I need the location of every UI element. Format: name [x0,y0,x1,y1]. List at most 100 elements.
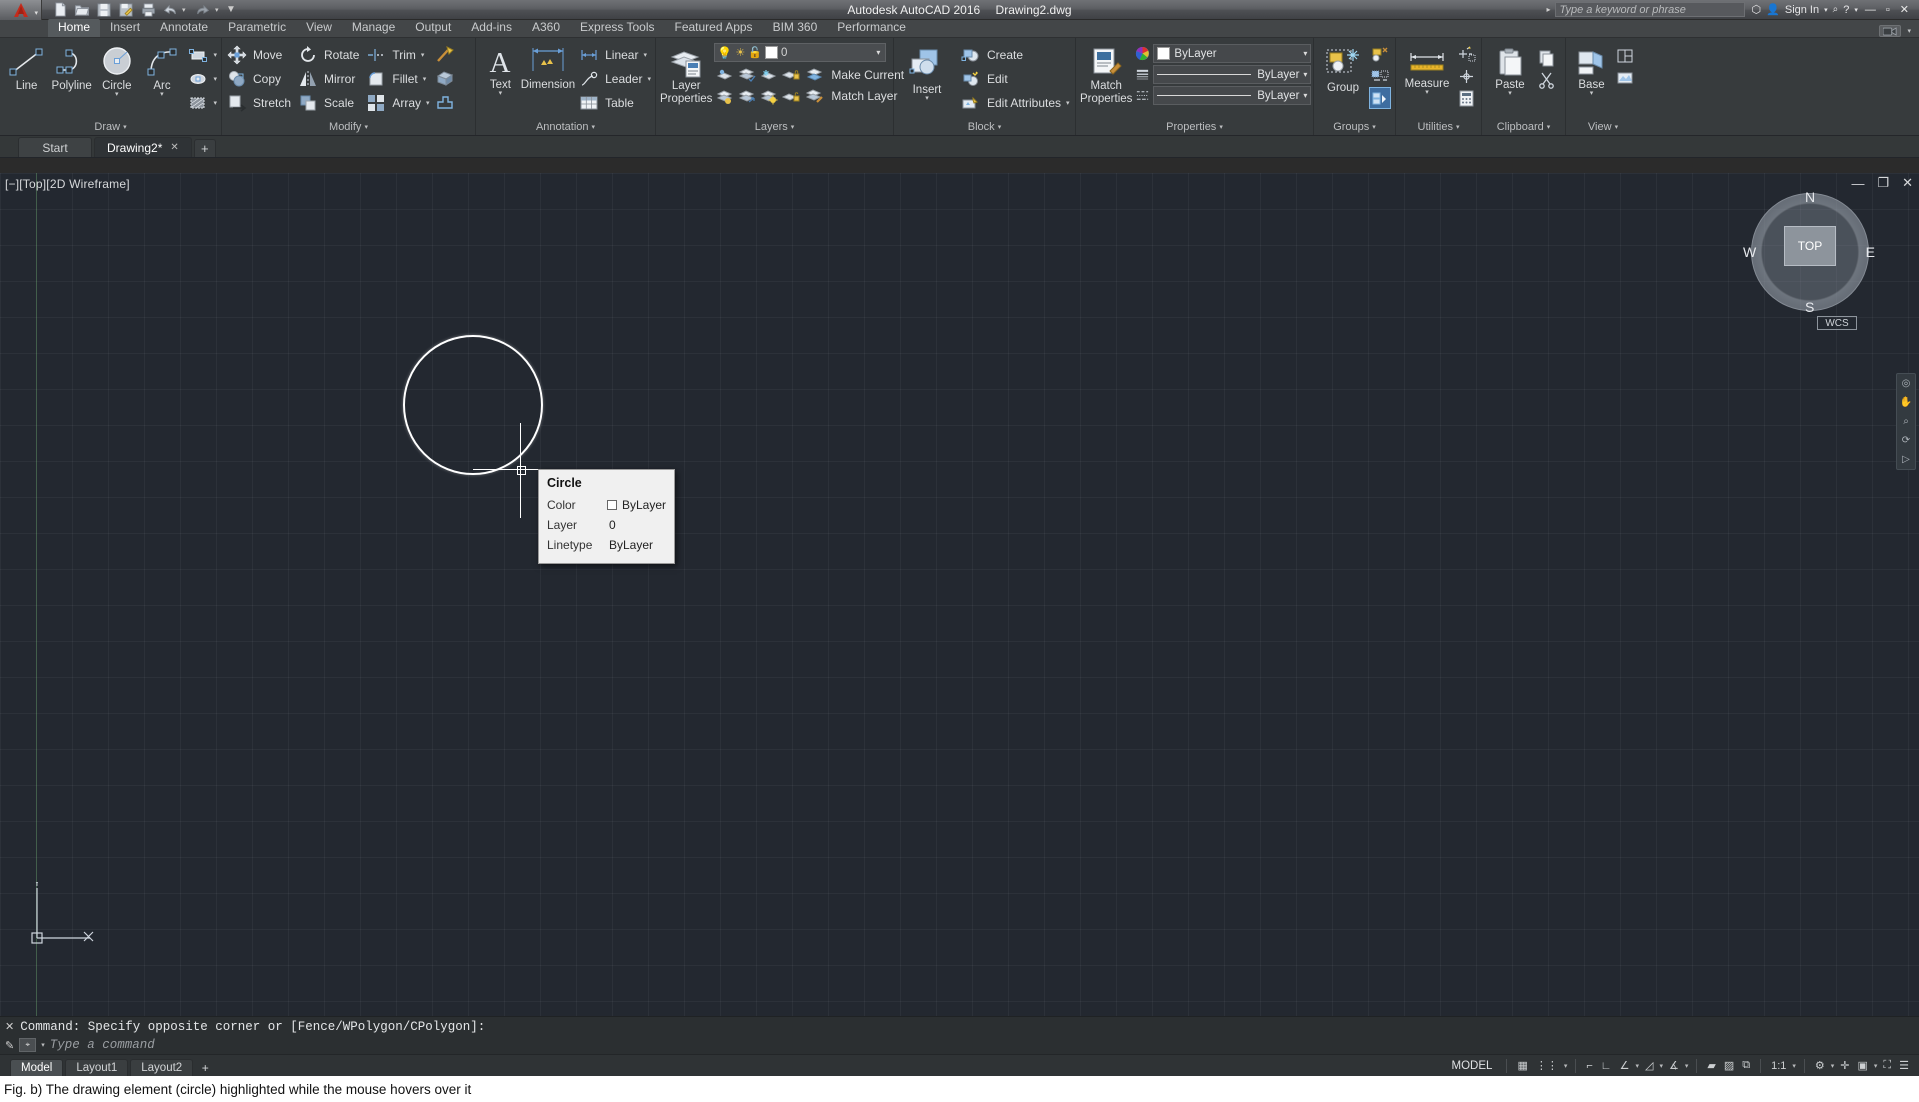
tool-explode[interactable] [434,43,456,67]
tool-table[interactable]: Table [578,91,651,115]
tool-fillet-dropdown-icon[interactable]: ▾ [423,75,427,83]
linetype-combo-caret-icon[interactable]: ▾ [1303,91,1307,100]
tool-scale[interactable]: Scale [297,91,359,115]
tool-insert-block[interactable]: Insert ▾ [898,43,956,102]
isolate-objects-icon[interactable]: ▣ [1856,1059,1870,1072]
help-icon[interactable]: ? [1843,4,1849,16]
tool-arc[interactable]: Arc ▾ [139,43,184,98]
tool-layer-properties[interactable]: Layer Properties [660,43,712,105]
annotation-scale-label[interactable]: 1:1 [1769,1060,1788,1072]
tool-extrude[interactable] [434,67,456,91]
view-cube-face[interactable]: TOP [1784,226,1836,266]
tab-add-ins[interactable]: Add-ins [461,19,522,37]
tool-rectangle[interactable]: ▾ [187,43,218,67]
open-icon[interactable] [72,1,92,19]
search-input[interactable]: Type a keyword or phrase [1555,2,1745,17]
tool-make-current[interactable]: Make Current [804,64,904,85]
exchange-icon[interactable]: ⌕ [1833,4,1839,15]
viewport-config-icon[interactable] [1614,45,1636,67]
layer-unisolate-icon[interactable] [736,64,758,86]
polar-dropdown-icon[interactable]: ▾ [1635,1062,1639,1070]
calculator-icon[interactable] [1455,87,1477,109]
panel-properties-caret-icon[interactable]: ▾ [1219,120,1223,135]
color-combo[interactable]: ByLayer ▾ [1153,44,1311,63]
viewport-controls[interactable]: [−][Top][2D Wireframe] [5,177,130,191]
workspace-gear-icon[interactable]: ⚙ [1813,1059,1827,1072]
plot-icon[interactable] [138,1,158,19]
tool-edit-attributes[interactable]: Edit Attributes ▾ [960,91,1070,115]
layout-tab-layout1[interactable]: Layout1 [65,1059,128,1077]
tool-leader[interactable]: Leader▾ [578,67,651,91]
tool-match-layer[interactable]: Match Layer [804,85,904,106]
group-selection-on-icon[interactable] [1369,87,1391,109]
navigation-bar[interactable]: ◎ ✋ ⌕ ⟳ ▷ [1896,373,1916,470]
command-input-row[interactable]: ✎ ⌖ ▾ Type a command [0,1036,1919,1054]
ribbon-minimize-caret-icon[interactable]: ▾ [1907,27,1911,35]
tab-manage[interactable]: Manage [342,19,405,37]
model-space-button[interactable]: MODEL [1446,1060,1499,1072]
viewport-minimize-icon[interactable]: — [1851,176,1864,191]
tool-text[interactable]: A Text ▾ [480,43,521,97]
layer-merge-icon[interactable] [736,86,758,108]
tool-text-dropdown-icon[interactable]: ▾ [499,91,503,97]
pan-icon[interactable]: ✋ [1900,397,1912,408]
hatch-dropdown-icon[interactable]: ▾ [214,99,218,107]
layer-selector-combo[interactable]: 💡 ☀ 🔓 0 ▾ [714,43,886,62]
panel-view-caret-icon[interactable]: ▾ [1615,120,1619,135]
save-icon[interactable] [94,1,114,19]
clean-screen-icon[interactable]: ⛶ [1881,1059,1893,1072]
maximize-button[interactable]: ▫ [1886,4,1890,16]
workspace-dropdown-icon[interactable]: ▾ [1831,1062,1835,1070]
user-avatar-icon[interactable]: 👤 [1766,3,1780,16]
lineweight-display-icon[interactable]: ▰ [1705,1059,1717,1072]
object-snap-tracking-icon[interactable]: ∡ [1667,1059,1681,1072]
save-as-icon[interactable] [116,1,136,19]
layer-freeze-icon[interactable] [758,64,780,86]
tool-stretch[interactable]: Stretch [226,91,291,115]
steering-wheel-icon[interactable]: ◎ [1902,378,1911,389]
layout-tab-model[interactable]: Model [10,1059,63,1077]
linear-dim-dropdown-icon[interactable]: ▾ [643,51,647,59]
tool-paste-dropdown-icon[interactable]: ▾ [1508,91,1512,97]
tool-trim-dropdown-icon[interactable]: ▾ [421,51,425,59]
tool-mirror[interactable]: Mirror [297,67,359,91]
layout-tab-layout2[interactable]: Layout2 [130,1059,193,1077]
tool-move[interactable]: Move [226,43,291,67]
viewport-close-icon[interactable]: ✕ [1902,175,1913,191]
osnap-dropdown-icon[interactable]: ▾ [1659,1062,1663,1070]
redo-dropdown-icon[interactable]: ▾ [215,6,224,14]
layer-lock-icon[interactable] [780,64,802,86]
add-layout-button[interactable]: + [195,1059,215,1077]
linetype-icon[interactable] [1135,88,1150,103]
tab-view[interactable]: View [296,19,342,37]
undo-icon[interactable] [160,1,180,19]
undo-dropdown-icon[interactable]: ▾ [182,6,191,14]
viewport-restore-icon[interactable]: ❐ [1877,175,1889,191]
panel-layers-caret-icon[interactable]: ▾ [791,120,795,135]
tab-featured-apps[interactable]: Featured Apps [665,19,763,37]
wcs-indicator[interactable]: WCS [1817,316,1857,330]
layer-turn-on-icon[interactable] [758,86,780,108]
new-icon[interactable] [50,1,70,19]
panel-utilities-caret-icon[interactable]: ▾ [1456,120,1460,135]
circle-entity[interactable] [403,335,543,475]
tool-paste[interactable]: Paste ▾ [1486,43,1534,97]
polar-tracking-icon[interactable]: ∠ [1618,1059,1632,1072]
compass-west-label[interactable]: W [1743,244,1756,260]
copy-clip-icon[interactable] [1536,47,1558,69]
layer-combo-caret-icon[interactable]: ▾ [876,48,883,57]
minimize-button[interactable]: — [1865,4,1876,16]
edit-attributes-dropdown-icon[interactable]: ▾ [1066,99,1070,107]
leader-dropdown-icon[interactable]: ▾ [647,75,651,83]
color-wheel-icon[interactable] [1135,46,1150,61]
tool-copy[interactable]: Copy [226,67,291,91]
tool-presspull[interactable] [434,91,456,115]
command-prompt-icon[interactable]: ⌖ [19,1038,36,1052]
lineweight-combo[interactable]: ByLayer ▾ [1153,65,1311,84]
tool-measure-dropdown-icon[interactable]: ▾ [1425,90,1429,96]
panel-block-caret-icon[interactable]: ▾ [998,120,1002,135]
tool-array-dropdown-icon[interactable]: ▾ [426,99,430,107]
tab-express-tools[interactable]: Express Tools [570,19,664,37]
group-edit-icon[interactable] [1369,65,1391,87]
panel-modify-caret-icon[interactable]: ▾ [364,120,368,135]
